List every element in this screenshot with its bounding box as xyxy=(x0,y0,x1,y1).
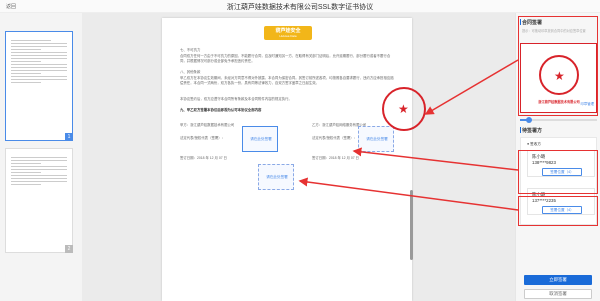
document-page: 葫芦娃安全 Huluwa Data 七、不可抗力 合同双方任何一方由于不可抗力的… xyxy=(162,18,412,301)
thumbnail-panel: 1 2 xyxy=(0,13,82,301)
signature-box-label: 请在此处签署 xyxy=(250,137,272,141)
signer-radio-label: 签收方 xyxy=(530,142,541,146)
document-title: 浙江葫芦娃数据技术有限公司SSL数字证书协议 xyxy=(226,4,374,11)
thumbnail-page-2[interactable]: 2 xyxy=(5,148,73,253)
highlight-signer-2 xyxy=(518,196,598,226)
clause-text: 甲乙双方在本协议生效期间，未经对方同意不得对外披露，本合同为保密合同。其签订前所… xyxy=(180,76,394,85)
signer-section-title: 待签署方 xyxy=(522,128,543,134)
highlight-seal-panel xyxy=(518,16,598,116)
placed-seal-stamp[interactable]: ★ xyxy=(382,87,426,131)
signature-box-label: 请在此处签署 xyxy=(366,137,388,141)
seal-star-icon: ★ xyxy=(398,102,409,116)
logo-subtext: Huluwa Data xyxy=(279,34,297,38)
logo-text: 葫芦娃安全 xyxy=(275,28,301,34)
cancel-sign-button[interactable]: 取消签署 xyxy=(524,289,592,299)
signature-box-label: 请在此处签署 xyxy=(266,175,288,179)
slider-knob[interactable] xyxy=(526,117,533,123)
signature-box-party-a[interactable]: 请在此处签署 xyxy=(242,126,278,152)
clause-text: 本协议签约后，双方应遵守本合同所有条款及本合同附件内容的规定执行。 xyxy=(180,97,292,101)
document-scrollbar[interactable] xyxy=(410,190,413,260)
rep-a-label: 法定代表/授权代表（签署）： xyxy=(180,136,226,140)
signer-radio[interactable]: ● 签收方 xyxy=(527,142,541,147)
signature-box-party-b[interactable]: 请在此处签署 xyxy=(358,126,394,152)
thumbnail-page-number: 1 xyxy=(65,133,73,141)
clause-text: 合同双方任何一方由于不可抗力的原因，不能履行合同，应及时通知另一方，在取得有关部… xyxy=(180,54,391,63)
party-a-label: 甲方：浙江葫芦娃数据技术有限公司 xyxy=(180,123,235,127)
company-logo: 葫芦娃安全 Huluwa Data xyxy=(264,26,312,40)
confirm-sign-button[interactable]: 立即签署 xyxy=(524,275,592,285)
signature-box-extra[interactable]: 请在此处签署 xyxy=(258,164,294,190)
thumbnail-page-number: 2 xyxy=(65,245,73,253)
seal-size-slider[interactable] xyxy=(520,117,597,123)
highlight-signer-1 xyxy=(518,150,598,194)
date-a-label: 签订日期：2018 年 12 月 07 日 xyxy=(180,156,227,160)
clause-heading: 八、其他条款 xyxy=(180,70,201,74)
clause-heading: 九、甲乙双方签署本协议后即视为认可本协议全部内容 xyxy=(180,108,262,112)
top-bar: 返回 浙江葫芦娃数据技术有限公司SSL数字证书协议 xyxy=(0,0,600,13)
section-accent xyxy=(520,127,521,133)
clause-heading: 七、不可抗力 xyxy=(180,48,201,52)
date-b-label: 签订日期：2018 年 12 月 07 日 xyxy=(312,156,359,160)
rep-b-label: 法定代表/授权代表（签署）： xyxy=(312,136,358,140)
thumbnail-page-1[interactable]: 1 xyxy=(5,31,73,141)
